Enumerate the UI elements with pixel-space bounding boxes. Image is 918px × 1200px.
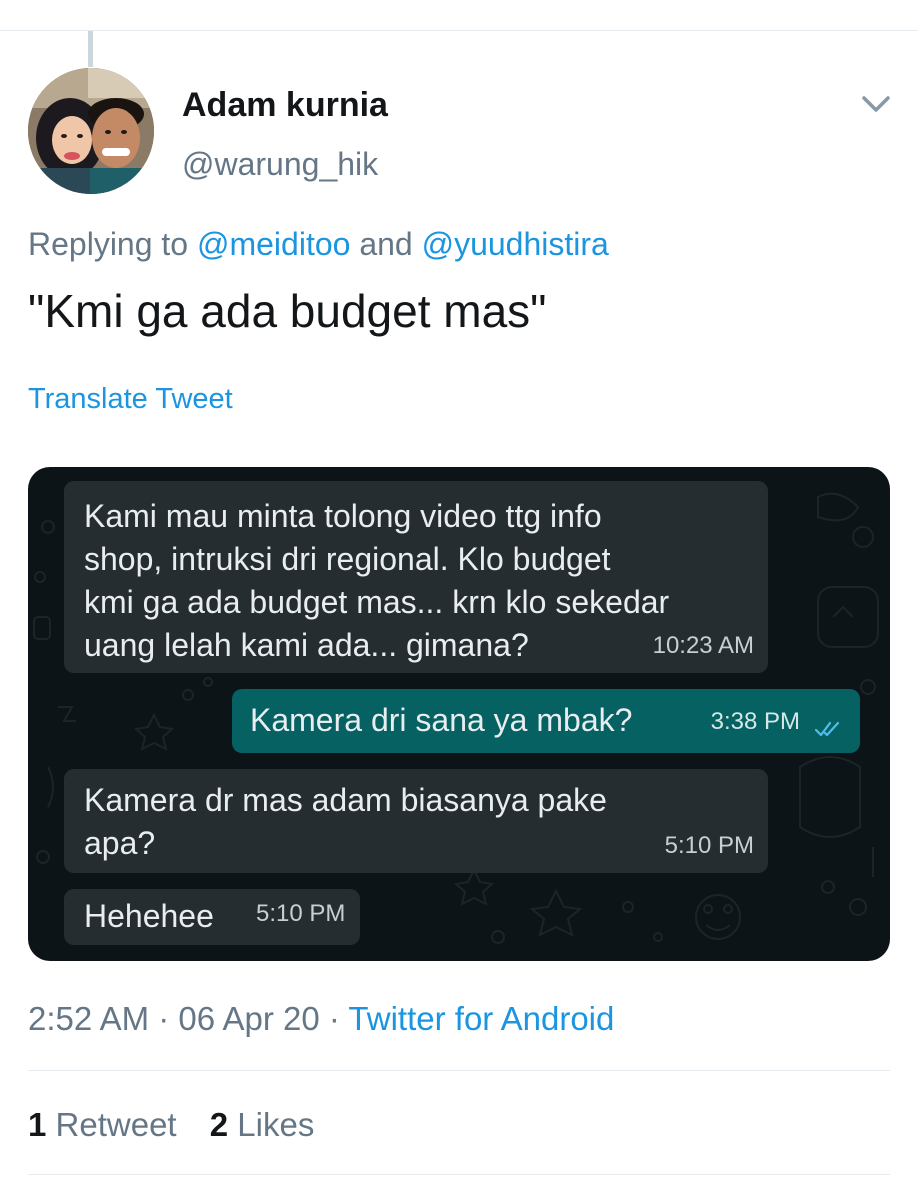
top-divider [0,30,918,31]
message-bubble-incoming[interactable]: Hehehee 5:10 PM [64,889,360,945]
message-time: 5:10 PM [256,900,346,927]
message-time: 3:38 PM [710,708,800,735]
tweet-menu-button[interactable] [856,88,896,122]
likes-stat[interactable]: 2 Likes [210,1106,315,1143]
retweets-count: 1 [28,1106,47,1143]
meta-separator: · [319,1000,349,1037]
mention-link[interactable]: @yuudhistira [422,226,609,262]
chevron-down-icon [862,96,890,112]
double-check-icon [814,721,840,737]
tweet-time: 2:52 AM [28,1000,150,1037]
tweet-source-link[interactable]: Twitter for Android [348,1000,614,1037]
message-time: 10:23 AM [652,632,754,659]
tweet-date: 06 Apr 20 [178,1000,320,1037]
replying-to-line: Replying to @meiditoo and @yuudhistira [28,226,609,263]
message-bubble-incoming[interactable]: Kamera dr mas adam biasanya pake apa? 5:… [64,769,768,873]
author-handle[interactable]: @warung_hik [182,146,378,183]
stats-top-divider [28,1070,890,1071]
meta-separator: · [149,1000,179,1037]
replying-prefix: Replying to [28,226,197,262]
avatar-photo [28,68,154,194]
likes-count: 2 [209,1106,229,1143]
message-time: 5:10 PM [664,832,754,859]
tweet-metadata: 2:52 AM · 06 Apr 20 · Twitter for Androi… [28,1000,614,1038]
tweet-text: "Kmi ga ada budget mas" [28,285,547,337]
retweets-stat[interactable]: 1 Retweet [28,1106,177,1143]
message-text: Kamera dr mas adam biasanya pake apa? [84,782,607,861]
chat-screenshot-image[interactable]: Kami mau minta tolong video ttg info sho… [28,467,890,961]
tweet-stats: 1 Retweet 2 Likes [28,1106,338,1144]
mention-link[interactable]: @meiditoo [197,226,350,262]
message-bubble-incoming[interactable]: Kami mau minta tolong video ttg info sho… [64,481,768,673]
message-bubble-outgoing[interactable]: Kamera dri sana ya mbak? 3:38 PM [232,689,860,753]
avatar[interactable] [28,68,154,194]
thread-connector-line [88,31,93,67]
retweets-label: Retweet [46,1106,177,1143]
author-name[interactable]: Adam kurnia [182,86,388,125]
stats-bottom-divider [28,1174,890,1175]
replying-conjunction: and [350,226,422,262]
message-text: Kami mau minta tolong video ttg info sho… [84,498,670,663]
likes-label: Likes [228,1106,315,1143]
translate-tweet-link[interactable]: Translate Tweet [28,383,233,416]
